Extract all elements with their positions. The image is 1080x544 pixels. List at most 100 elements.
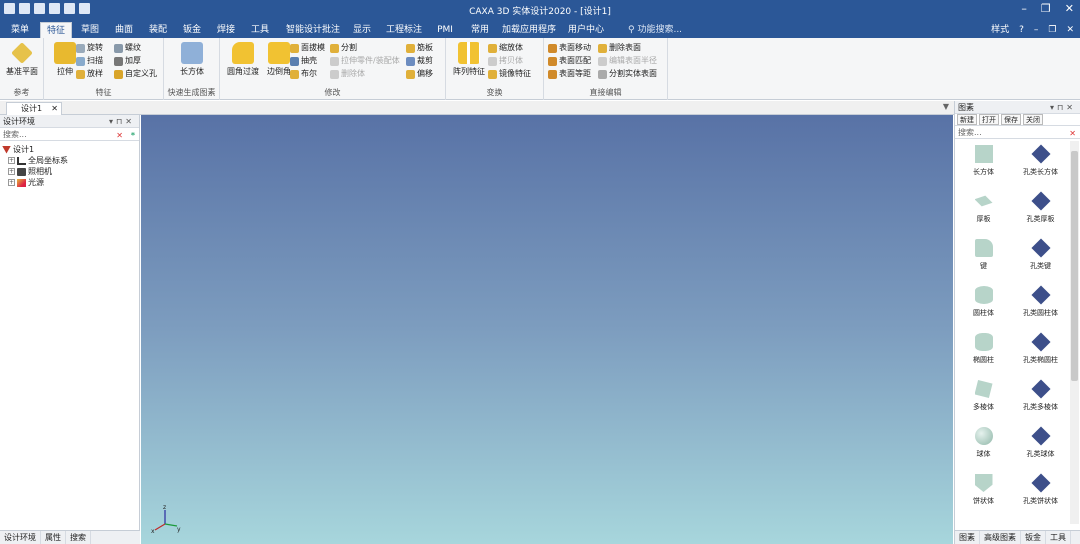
primitive-scrollbar[interactable] [1070, 141, 1079, 524]
panel-close-icon[interactable]: ✕ [1066, 103, 1076, 112]
tab-display[interactable]: 显示 [348, 22, 376, 38]
tab-load-apps[interactable]: 加载应用程序 [500, 22, 558, 38]
catalog-close-button[interactable]: 关闭 [1023, 114, 1043, 125]
tab-common[interactable]: 常用 [466, 22, 494, 38]
delete-body-button[interactable]: 删除体 [330, 68, 365, 80]
clear-search-icon[interactable]: ✕ [116, 129, 123, 142]
split-button[interactable]: 分割 [330, 42, 357, 54]
tab-weld[interactable]: 焊接 [212, 22, 240, 38]
expand-icon[interactable]: + [8, 168, 15, 175]
primitive-box[interactable]: 长方体 [955, 141, 1012, 188]
primitive-hole-elliptic-cylinder[interactable]: 孔类椭圆柱 [1012, 329, 1069, 376]
panel-pin-icon[interactable]: ⊓ [116, 117, 125, 126]
tab-user-center[interactable]: 用户中心 [566, 22, 606, 38]
panel-dropdown-icon[interactable]: ▾ [109, 117, 116, 126]
primitive-hole-sphere[interactable]: 孔类球体 [1012, 423, 1069, 470]
tab-sheetmetal-catalog[interactable]: 钣金 [1021, 531, 1046, 544]
panel-pin-icon[interactable]: ⊓ [1057, 103, 1066, 112]
restore-icon[interactable]: ❐ [1041, 2, 1051, 15]
tab-properties[interactable]: 属性 [41, 531, 66, 544]
edit-face-radius-button[interactable]: 编辑表面半径 [598, 55, 657, 67]
left-search-input[interactable]: 搜索... ✕ * [0, 128, 139, 141]
custom-hole-button[interactable]: 自定义孔 [114, 68, 157, 80]
3d-viewport[interactable]: z x y [141, 115, 953, 544]
datum-plane-button[interactable]: 基准平面 [3, 42, 41, 77]
right-search-input[interactable]: 搜索... ✕ [955, 126, 1080, 139]
copy-body-button[interactable]: 拷贝体 [488, 55, 523, 67]
primitive-hole-key[interactable]: 孔类键 [1012, 235, 1069, 282]
clear-search-icon[interactable]: ✕ [1069, 127, 1076, 140]
doc-tab-close-icon[interactable]: ✕ [51, 103, 58, 115]
primitive-pie[interactable]: 饼状体 [955, 470, 1012, 517]
tree-node-design1[interactable]: 设计1 [2, 144, 137, 155]
mirror-feature-button[interactable]: 镜像特征 [488, 68, 531, 80]
doc-restore-icon[interactable]: ❐ [1048, 22, 1056, 38]
sweep-button[interactable]: 扫描 [76, 55, 103, 67]
tab-features[interactable]: 特征 [40, 22, 72, 38]
tab-surface[interactable]: 曲面 [110, 22, 138, 38]
catalog-open-button[interactable]: 打开 [979, 114, 999, 125]
tab-pmi[interactable]: PMI [432, 22, 458, 38]
face-match-button[interactable]: 表面匹配 [548, 55, 591, 67]
shell-button[interactable]: 抽壳 [290, 55, 317, 67]
expand-icon[interactable]: + [8, 179, 15, 186]
pattern-feature-button[interactable]: 阵列特征 [450, 42, 488, 77]
tab-sketch[interactable]: 草图 [76, 22, 104, 38]
primitive-cylinder[interactable]: 圆柱体 [955, 282, 1012, 329]
catalog-save-button[interactable]: 保存 [1001, 114, 1021, 125]
tree-node-light[interactable]: + 光源 [2, 177, 137, 188]
offset-button[interactable]: 偏移 [406, 68, 433, 80]
rib-button[interactable]: 筋板 [406, 42, 433, 54]
primitive-elliptic-cylinder[interactable]: 椭圆柱 [955, 329, 1012, 376]
delete-face-button[interactable]: 删除表面 [598, 42, 641, 54]
scale-body-button[interactable]: 缩放体 [488, 42, 523, 54]
search-filter-icon[interactable]: * [131, 129, 135, 142]
doc-minimize-icon[interactable]: – [1034, 22, 1039, 38]
help-icon[interactable]: ? [1019, 22, 1024, 38]
tab-advanced-primitives[interactable]: 高级图素 [980, 531, 1021, 544]
function-search[interactable]: ⚲ 功能搜索... [628, 22, 682, 38]
extrude-part-button[interactable]: 拉伸零件/装配体 [330, 55, 400, 67]
tab-tools[interactable]: 工具 [246, 22, 274, 38]
draft-button[interactable]: 面拔模 [290, 42, 325, 54]
primitive-hole-plate[interactable]: 孔类厚板 [1012, 188, 1069, 235]
primitive-prism[interactable]: 多棱体 [955, 376, 1012, 423]
face-offset-button[interactable]: 表面等距 [548, 68, 591, 80]
primitive-hole-pie[interactable]: 孔类饼状体 [1012, 470, 1069, 517]
primitive-hole-cylinder[interactable]: 孔类圆柱体 [1012, 282, 1069, 329]
tab-tools-catalog[interactable]: 工具 [1046, 531, 1071, 544]
primitive-hole-prism[interactable]: 孔类多棱体 [1012, 376, 1069, 423]
boolean-button[interactable]: 布尔 [290, 68, 317, 80]
style-menu[interactable]: 样式 [991, 22, 1009, 38]
doc-close-icon[interactable]: ✕ [1066, 22, 1074, 38]
tab-search[interactable]: 搜索 [66, 531, 91, 544]
fillet-button[interactable]: 圆角过渡 [224, 42, 262, 77]
tab-smart-annotation[interactable]: 智能设计批注 [282, 22, 344, 38]
tab-primitives[interactable]: 图素 [955, 531, 980, 544]
loft-button[interactable]: 放样 [76, 68, 103, 80]
tab-sheetmetal[interactable]: 钣金 [178, 22, 206, 38]
doc-tab-dropdown-icon[interactable]: ▼ [943, 102, 949, 111]
doc-tab-design1[interactable]: 设计1 ✕ [6, 102, 62, 115]
primitive-sphere[interactable]: 球体 [955, 423, 1012, 470]
panel-close-icon[interactable]: ✕ [125, 117, 135, 126]
primitive-plate[interactable]: 厚板 [955, 188, 1012, 235]
scrollbar-thumb[interactable] [1071, 151, 1078, 381]
split-face-button[interactable]: 分割实体表面 [598, 68, 657, 80]
catalog-new-button[interactable]: 新建 [957, 114, 977, 125]
face-move-button[interactable]: 表面移动 [548, 42, 591, 54]
thicken-button[interactable]: 加厚 [114, 55, 141, 67]
thread-button[interactable]: 螺纹 [114, 42, 141, 54]
close-icon[interactable]: ✕ [1065, 2, 1074, 15]
tab-design-environment[interactable]: 设计环境 [0, 531, 41, 544]
tree-node-global-coords[interactable]: + 全局坐标系 [2, 155, 137, 166]
box-button[interactable]: 长方体 [173, 42, 211, 77]
primitive-hole-box[interactable]: 孔类长方体 [1012, 141, 1069, 188]
panel-dropdown-icon[interactable]: ▾ [1050, 103, 1057, 112]
minimize-icon[interactable]: – [1021, 2, 1027, 15]
tab-engineering-annotation[interactable]: 工程标注 [384, 22, 424, 38]
revolve-button[interactable]: 旋转 [76, 42, 103, 54]
expand-icon[interactable]: + [8, 157, 15, 164]
tab-assembly[interactable]: 装配 [144, 22, 172, 38]
tab-menu[interactable]: 菜单 [6, 22, 34, 38]
